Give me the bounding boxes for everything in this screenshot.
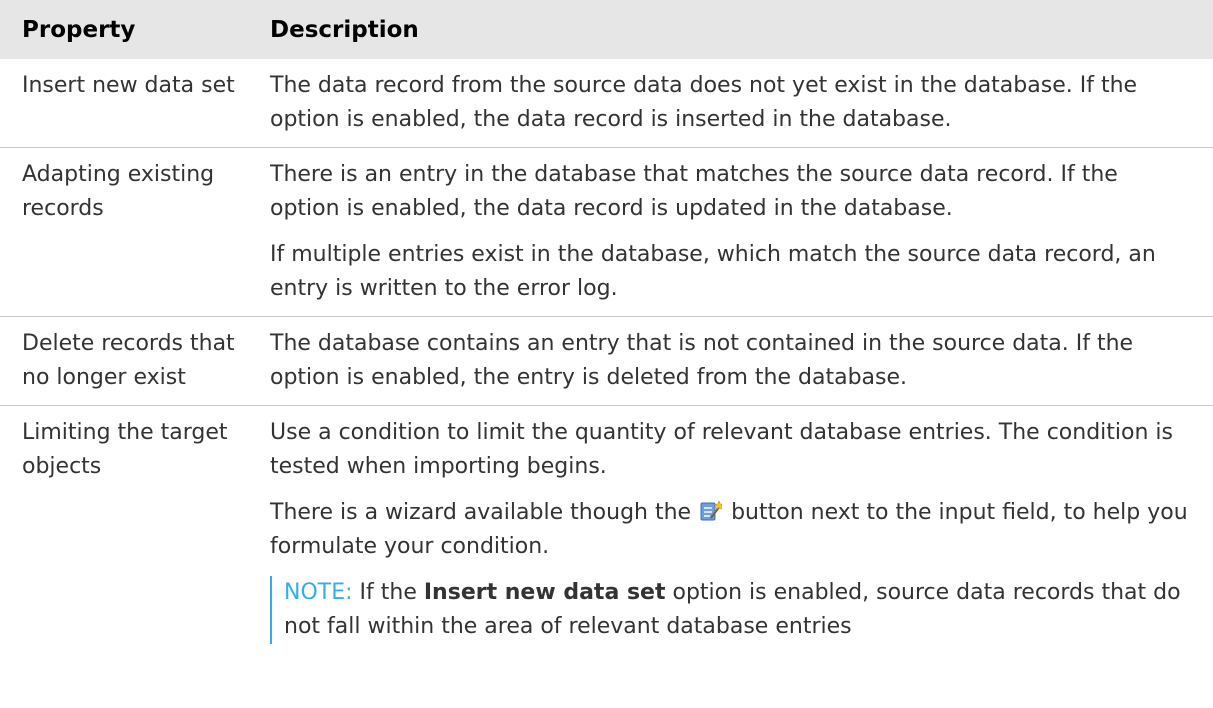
description-paragraph: The data record from the source data doe… <box>270 73 1138 132</box>
wizard-icon <box>700 499 724 521</box>
description-paragraph: If multiple entries exist in the databas… <box>270 242 1156 301</box>
note-callout: NOTE: If the Insert new data set option … <box>270 576 1191 644</box>
property-cell: Adapting existing records <box>0 147 254 317</box>
table-row: Insert new data set The data record from… <box>0 59 1213 148</box>
wizard-paragraph: There is a wizard available though the b… <box>270 496 1191 564</box>
note-bold-option: Insert new data set <box>423 580 666 605</box>
table-row: Adapting existing records There is an en… <box>0 147 1213 317</box>
header-description: Description <box>254 0 1213 59</box>
property-cell: Delete records that no longer exist <box>0 316 254 406</box>
property-cell: Insert new data set <box>0 59 254 148</box>
table-header-row: Property Description <box>0 0 1213 59</box>
table-row: Delete records that no longer exist The … <box>0 316 1213 406</box>
property-description-table: Property Description Insert new data set… <box>0 0 1213 654</box>
note-text-before: If the <box>359 580 417 605</box>
note-label: NOTE: <box>284 580 353 605</box>
description-paragraph: Use a condition to limit the quantity of… <box>270 420 1173 479</box>
wizard-text-before: There is a wizard available though the <box>270 500 692 525</box>
note-text-after: option is enabled, source data records t… <box>284 580 1181 639</box>
table-row: Limiting the target objects Use a condit… <box>0 406 1213 655</box>
description-cell: The database contains an entry that is n… <box>254 316 1213 406</box>
description-paragraph: The database contains an entry that is n… <box>270 331 1134 390</box>
description-cell: Use a condition to limit the quantity of… <box>254 406 1213 655</box>
description-paragraph: There is an entry in the database that m… <box>270 162 1118 221</box>
header-property: Property <box>0 0 254 59</box>
description-cell: There is an entry in the database that m… <box>254 147 1213 317</box>
description-cell: The data record from the source data doe… <box>254 59 1213 148</box>
property-cell: Limiting the target objects <box>22 420 228 479</box>
